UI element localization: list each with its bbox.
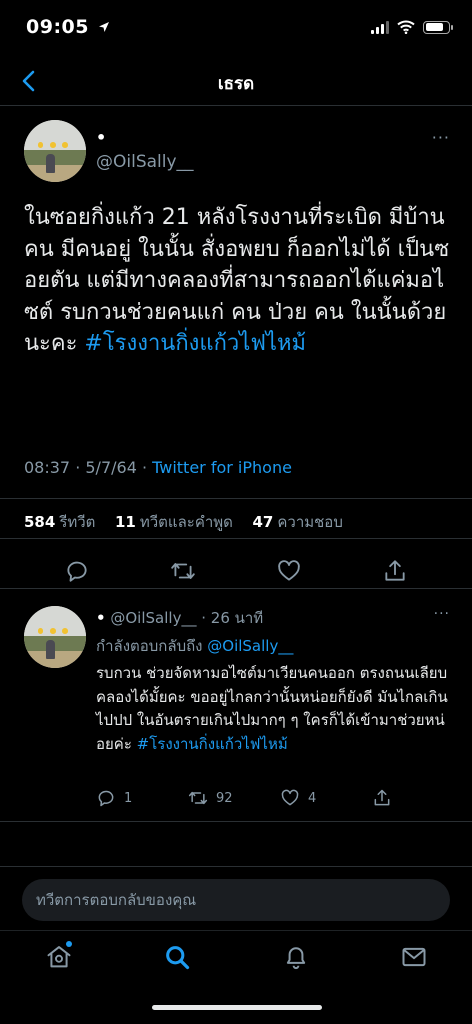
replying-to: กำลังตอบกลับถึง @OilSally__ <box>96 637 294 655</box>
quotes-stat[interactable]: 11 ทวีตและคำพูด <box>115 513 233 531</box>
bell-icon <box>286 947 306 970</box>
tweet-actions <box>0 552 472 592</box>
reply-input[interactable] <box>36 879 436 921</box>
reply-text: รบกวน ช่วยจัดหามอไซต์มาเวียนคนออก ตรงถนน… <box>96 664 448 753</box>
mention-link[interactable]: @OilSally__ <box>207 637 293 655</box>
reply-icon <box>98 790 114 807</box>
wifi-icon <box>397 20 415 34</box>
retweet-button[interactable] <box>170 558 196 584</box>
reply-header: • @OilSally__ · 26 นาที <box>96 606 263 630</box>
tweet-text: ในซอยกิ่งแก้ว 21 หลังโรงงานที่ระเบิด มีบ… <box>24 205 450 356</box>
share-icon <box>374 789 390 806</box>
tab-notifications[interactable] <box>282 943 312 973</box>
cellular-signal-icon <box>371 20 389 34</box>
status-bar: 09:05 <box>0 0 472 58</box>
reply-retweet-button[interactable]: 92 <box>188 788 233 808</box>
battery-icon <box>423 20 453 34</box>
reply-more-button[interactable]: ··· <box>434 606 450 622</box>
author-handle[interactable]: @OilSally__ <box>96 152 194 172</box>
search-icon <box>166 946 190 970</box>
reply-timestamp: · 26 นาที <box>201 609 264 627</box>
reply-reply-button[interactable]: 1 <box>96 788 132 808</box>
tab-home[interactable] <box>45 943 75 973</box>
retweet-icon <box>171 563 195 579</box>
hashtag-link[interactable]: #โรงงานกิ่งแก้วไฟไหม้ <box>84 331 306 356</box>
heart-icon <box>281 789 299 806</box>
status-time: 09:05 <box>26 16 110 38</box>
retweets-stat[interactable]: 584 รีทวีต <box>24 513 95 531</box>
page-title: เธรด <box>217 74 255 94</box>
more-options-button[interactable]: ··· <box>432 128 450 147</box>
reply-actions: 1 92 4 <box>96 788 456 814</box>
reply-icon <box>67 561 87 582</box>
reply-like-button[interactable]: 4 <box>280 788 316 808</box>
tweet-meta: 08:37 · 5/7/64 · Twitter for iPhone <box>24 458 292 477</box>
tab-search[interactable] <box>163 943 193 973</box>
reply-author-name[interactable]: • <box>96 609 106 627</box>
reply-button[interactable] <box>64 558 90 584</box>
author-name[interactable]: • <box>96 128 106 147</box>
mail-icon <box>402 947 426 967</box>
share-icon <box>385 560 405 581</box>
home-indicator <box>152 1005 322 1010</box>
divider <box>0 498 472 499</box>
reply-hashtag-link[interactable]: #โรงงานกิ่งแก้วไฟไหม้ <box>137 735 288 753</box>
likes-stat[interactable]: 47 ความชอบ <box>252 513 342 531</box>
reply-composer[interactable] <box>22 879 450 921</box>
reply-share-button[interactable] <box>372 788 392 808</box>
divider <box>0 538 472 539</box>
reply-count: 1 <box>124 790 133 806</box>
reply-avatar[interactable] <box>24 606 86 668</box>
tab-messages[interactable] <box>400 943 430 973</box>
heart-icon <box>278 560 300 581</box>
nav-bar: เธรด <box>0 58 472 106</box>
like-count: 4 <box>308 790 317 806</box>
retweet-icon <box>188 791 208 805</box>
engagement-stats: 584 รีทวีต 11 ทวีตและคำพูด 47 ความชอบ <box>24 510 343 534</box>
location-arrow-icon <box>99 22 110 32</box>
new-content-dot <box>66 941 72 947</box>
avatar[interactable] <box>24 120 86 182</box>
share-button[interactable] <box>382 558 408 584</box>
reply-author-handle[interactable]: @OilSally__ <box>110 609 196 627</box>
tweet-source-link[interactable]: Twitter for iPhone <box>152 458 292 477</box>
home-icon <box>47 946 71 968</box>
like-button[interactable] <box>276 558 302 584</box>
retweet-count: 92 <box>216 790 233 806</box>
